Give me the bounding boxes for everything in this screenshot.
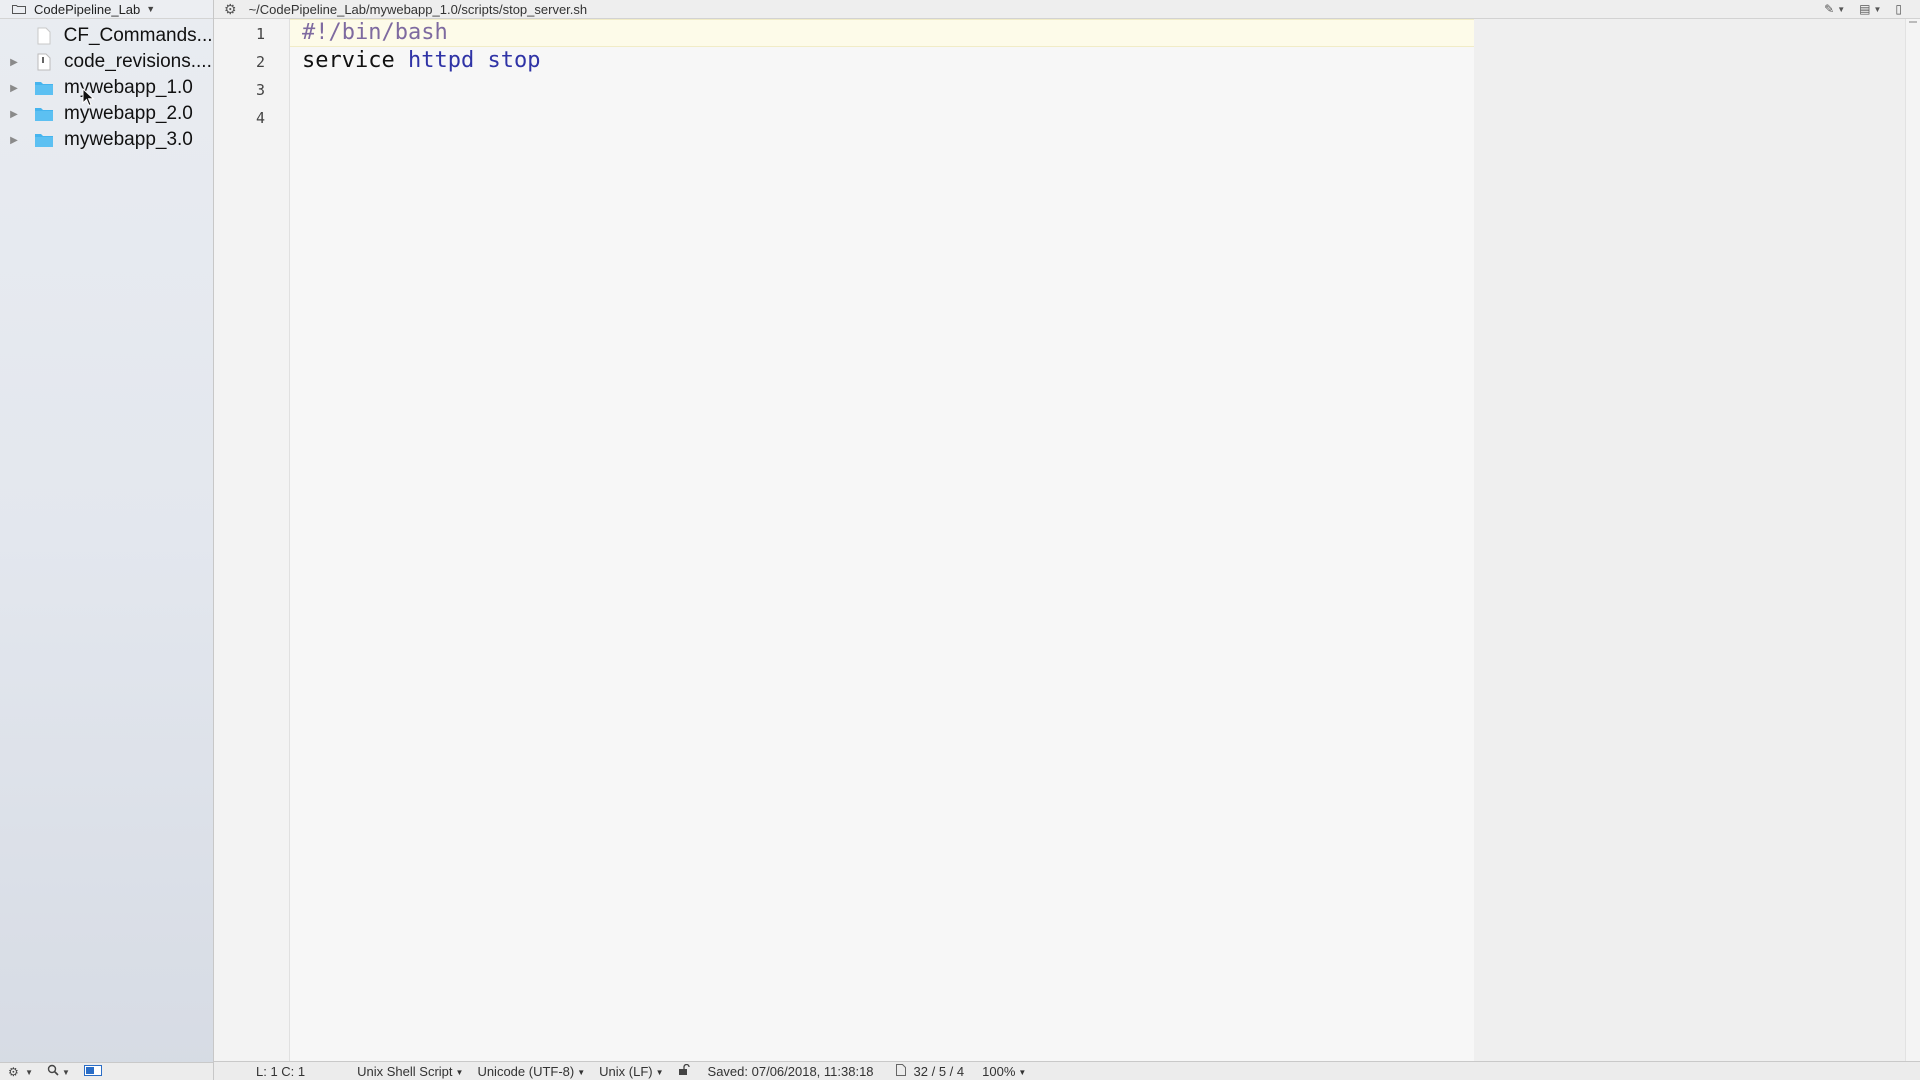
gear-icon[interactable]: ⚙ ▼ — [8, 1065, 33, 1079]
documents-icon[interactable]: ▤ ▼ — [1859, 2, 1881, 16]
line-number: 1 — [255, 25, 265, 43]
chevron-down-icon: ▼ — [655, 1067, 664, 1077]
encoding-menu[interactable]: Unicode (UTF-8) ▼ — [477, 1064, 585, 1079]
project-name: CodePipeline_Lab — [34, 1, 141, 17]
page-guide-area — [1474, 19, 1906, 1061]
line-endings-label: Unix (LF) — [599, 1063, 653, 1079]
pen-icon[interactable]: ✎ ▼ — [1824, 2, 1845, 16]
line-number: 3 — [255, 81, 265, 99]
sidebar-item[interactable]: CF_Commands.... — [0, 23, 213, 49]
file-path[interactable]: ~/CodePipeline_Lab/mywebapp_1.0/scripts/… — [249, 2, 588, 17]
folder-icon — [35, 108, 53, 121]
line-number: 2 — [255, 53, 265, 71]
gear-icon[interactable]: ⚙ — [224, 1, 237, 18]
chevron-down-icon: ▼ — [577, 1067, 586, 1077]
status-bar: L: 1 C: 1 Unix Shell Script ▼ Unicode (UT… — [214, 1061, 1920, 1080]
code-token: #!/bin/bash — [302, 20, 448, 45]
code-token: stop — [487, 48, 541, 73]
cursor-position: L: 1 C: 1 — [256, 1063, 306, 1079]
mouse-pointer-icon — [82, 88, 95, 107]
sidebar-item-label: mywebapp_3.0 — [64, 129, 193, 150]
file-icon — [37, 27, 51, 45]
text-file-icon — [37, 53, 51, 71]
sidebar-item-label: CF_Commands.... — [63, 25, 213, 46]
saved-timestamp: Saved: 07/06/2018, 11:38:18 — [707, 1063, 874, 1079]
line-number: 4 — [255, 109, 265, 127]
chevron-down-icon: ▼ — [146, 4, 156, 14]
line-endings-menu[interactable]: Unix (LF) ▼ — [599, 1064, 663, 1079]
layout-toggle-icon[interactable] — [83, 1064, 102, 1079]
language-menu[interactable]: Unix Shell Script ▼ — [357, 1064, 463, 1079]
folder-icon — [35, 134, 53, 147]
code-token: httpd — [407, 48, 475, 73]
document-stats[interactable]: 32 / 5 / 4 — [914, 1064, 965, 1079]
disclosure-triangle-icon[interactable]: ▶ — [8, 83, 20, 94]
file-tree: CF_Commands.... ▶ code_revisions.... ▶ myweb… — [0, 19, 213, 153]
disclosure-triangle-icon[interactable]: ▶ — [8, 109, 20, 120]
sidebar-item-label: code_revisions.... — [64, 51, 212, 72]
search-icon[interactable]: ▼ — [47, 1064, 70, 1079]
document-stats-icon — [895, 1063, 906, 1079]
disclosure-triangle-icon[interactable]: ▶ — [8, 135, 20, 146]
sidebar-footer: ⚙ ▼ ▼ — [0, 1062, 213, 1080]
disclosure-triangle-icon[interactable]: ▶ — [8, 57, 20, 68]
encoding-label: Unicode (UTF-8) — [477, 1063, 575, 1079]
document-icon[interactable]: ▯ — [1895, 2, 1902, 16]
language-label: Unix Shell Script — [357, 1063, 453, 1079]
code-token: service — [302, 48, 408, 73]
zoom-label: 100% — [982, 1063, 1016, 1079]
sidebar-item[interactable]: ▶ mywebapp_1.0 — [0, 75, 213, 101]
folder-outline-icon — [12, 5, 26, 14]
project-sidebar: CodePipeline_Lab ▼ CF_Commands.... ▶ code_… — [0, 0, 214, 1080]
chevron-down-icon: ▼ — [1018, 1067, 1027, 1077]
sidebar-item[interactable]: ▶ mywebapp_2.0 — [0, 101, 213, 127]
vertical-scrollbar[interactable] — [1905, 19, 1920, 1061]
lock-icon[interactable] — [678, 1063, 690, 1079]
path-bar: ⚙ ~/CodePipeline_Lab/mywebapp_1.0/script… — [214, 0, 1920, 19]
folder-icon — [35, 82, 53, 95]
line-number-gutter: 1 2 3 4 — [214, 19, 290, 1061]
project-selector[interactable]: CodePipeline_Lab ▼ — [0, 0, 213, 19]
sidebar-item[interactable]: ▶ mywebapp_3.0 — [0, 127, 213, 153]
chevron-down-icon: ▼ — [455, 1067, 464, 1077]
zoom-menu[interactable]: 100% ▼ — [982, 1064, 1026, 1079]
sidebar-item[interactable]: ▶ code_revisions.... — [0, 49, 213, 75]
